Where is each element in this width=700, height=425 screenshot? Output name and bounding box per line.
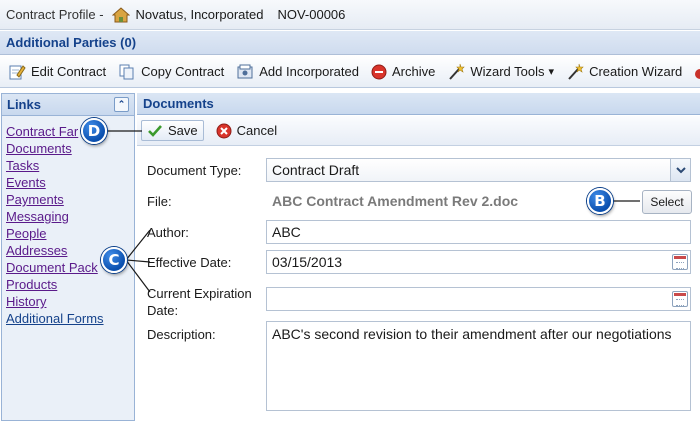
callout-b: B bbox=[587, 188, 613, 214]
copy-icon bbox=[119, 64, 134, 79]
link-products[interactable]: Products bbox=[6, 276, 130, 293]
links-panel-header: Links ⌃ bbox=[2, 94, 134, 116]
link-payments[interactable]: Payments bbox=[6, 191, 130, 208]
link-people[interactable]: People bbox=[6, 225, 130, 242]
chevron-down-icon: ▾ bbox=[548, 66, 555, 78]
documents-header: Documents bbox=[137, 93, 700, 115]
house-icon bbox=[111, 6, 130, 22]
more-tools-icon[interactable] bbox=[694, 63, 700, 81]
collapse-panel-icon[interactable]: ⌃ bbox=[114, 97, 129, 112]
expiration-date-label: Current Expiration Date: bbox=[147, 285, 252, 319]
description-value: ABC's second revision to their amendment… bbox=[272, 326, 672, 342]
document-type-label: Document Type: bbox=[147, 163, 242, 178]
effective-date-value: 03/15/2013 bbox=[272, 254, 343, 270]
link-events[interactable]: Events bbox=[6, 174, 130, 191]
documents-action-bar: Save Cancel bbox=[137, 116, 700, 146]
link-tasks[interactable]: Tasks bbox=[6, 157, 130, 174]
link-history[interactable]: History bbox=[6, 293, 130, 310]
title-bar: Contract Profile - Novatus, Incorporated… bbox=[0, 0, 700, 30]
additional-parties-label: Additional Parties (0) bbox=[6, 35, 137, 50]
edit-contract-label: Edit Contract bbox=[31, 64, 107, 79]
link-contract-fields[interactable]: Contract Far bbox=[6, 123, 130, 140]
author-input[interactable]: ABC bbox=[266, 220, 691, 244]
document-type-value: Contract Draft bbox=[272, 162, 360, 178]
link-documents[interactable]: Documents bbox=[6, 140, 130, 157]
cancel-icon bbox=[216, 123, 232, 138]
add-incorporated-label: Add Incorporated bbox=[259, 64, 359, 79]
links-list: Contract Far Documents Tasks Events Paym… bbox=[2, 116, 134, 334]
cancel-label: Cancel bbox=[236, 123, 278, 138]
archive-button[interactable]: Archive bbox=[371, 64, 435, 80]
calendar-icon[interactable] bbox=[672, 291, 688, 307]
add-document-icon bbox=[237, 64, 253, 78]
effective-date-input[interactable]: 03/15/2013 bbox=[266, 250, 691, 274]
author-value: ABC bbox=[272, 224, 301, 240]
page-title: Contract Profile - bbox=[6, 7, 104, 22]
expiration-label-line1: Current Expiration bbox=[147, 286, 252, 301]
description-textarea[interactable]: ABC's second revision to their amendment… bbox=[266, 321, 691, 411]
contract-toolbar: Edit Contract Copy Contract Add Incorpor… bbox=[0, 56, 700, 88]
creation-wizard-button[interactable]: Creation Wizard bbox=[566, 63, 682, 81]
links-panel-title: Links bbox=[7, 97, 41, 112]
cancel-button[interactable]: Cancel bbox=[210, 120, 283, 142]
expiration-date-input[interactable] bbox=[266, 287, 691, 311]
document-form: Document Type: Contract Draft File: ABC … bbox=[137, 146, 700, 425]
calendar-icon[interactable] bbox=[672, 254, 688, 270]
creation-wizard-label: Creation Wizard bbox=[589, 64, 683, 79]
link-messaging[interactable]: Messaging bbox=[6, 208, 130, 225]
documents-title: Documents bbox=[143, 96, 214, 111]
file-name: ABC Contract Amendment Rev 2.doc bbox=[272, 193, 519, 209]
archive-icon bbox=[371, 64, 387, 79]
additional-parties-bar[interactable]: Additional Parties (0) bbox=[0, 31, 700, 55]
wizard-tools-menu[interactable]: Wizard Tools ▾ bbox=[447, 63, 554, 81]
dropdown-arrow-icon[interactable] bbox=[670, 159, 690, 181]
wand-icon bbox=[568, 63, 584, 80]
save-label: Save bbox=[168, 123, 198, 138]
add-incorporated-button[interactable]: Add Incorporated bbox=[236, 63, 359, 81]
wand-icon bbox=[449, 63, 466, 80]
edit-contract-button[interactable]: Edit Contract bbox=[8, 63, 106, 81]
author-label: Author: bbox=[147, 225, 189, 240]
cubes-icon bbox=[695, 68, 700, 79]
link-additional-forms[interactable]: Additional Forms bbox=[6, 310, 130, 327]
callout-c: C bbox=[101, 247, 127, 273]
save-button[interactable]: Save bbox=[141, 120, 204, 141]
edit-icon bbox=[9, 64, 26, 79]
contract-id: NOV-00006 bbox=[277, 7, 346, 22]
checkmark-icon bbox=[148, 124, 162, 137]
wizard-tools-label: Wizard Tools bbox=[470, 64, 545, 79]
copy-contract-label: Copy Contract bbox=[141, 64, 225, 79]
archive-label: Archive bbox=[391, 64, 436, 79]
select-file-button[interactable]: Select bbox=[642, 190, 692, 214]
company-name: Novatus, Incorporated bbox=[135, 7, 264, 22]
description-label: Description: bbox=[147, 327, 216, 342]
document-type-select[interactable]: Contract Draft bbox=[266, 158, 691, 182]
expiration-label-line2: Date: bbox=[147, 303, 179, 318]
effective-date-label: Effective Date: bbox=[147, 255, 232, 270]
copy-contract-button[interactable]: Copy Contract bbox=[118, 63, 224, 81]
callout-d: D bbox=[81, 118, 107, 144]
file-label: File: bbox=[147, 194, 172, 209]
